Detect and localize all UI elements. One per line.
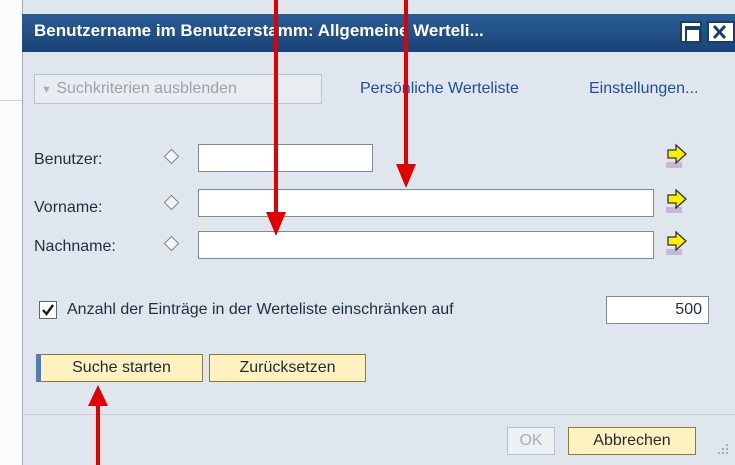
- annotation-arrows: [88, 0, 416, 465]
